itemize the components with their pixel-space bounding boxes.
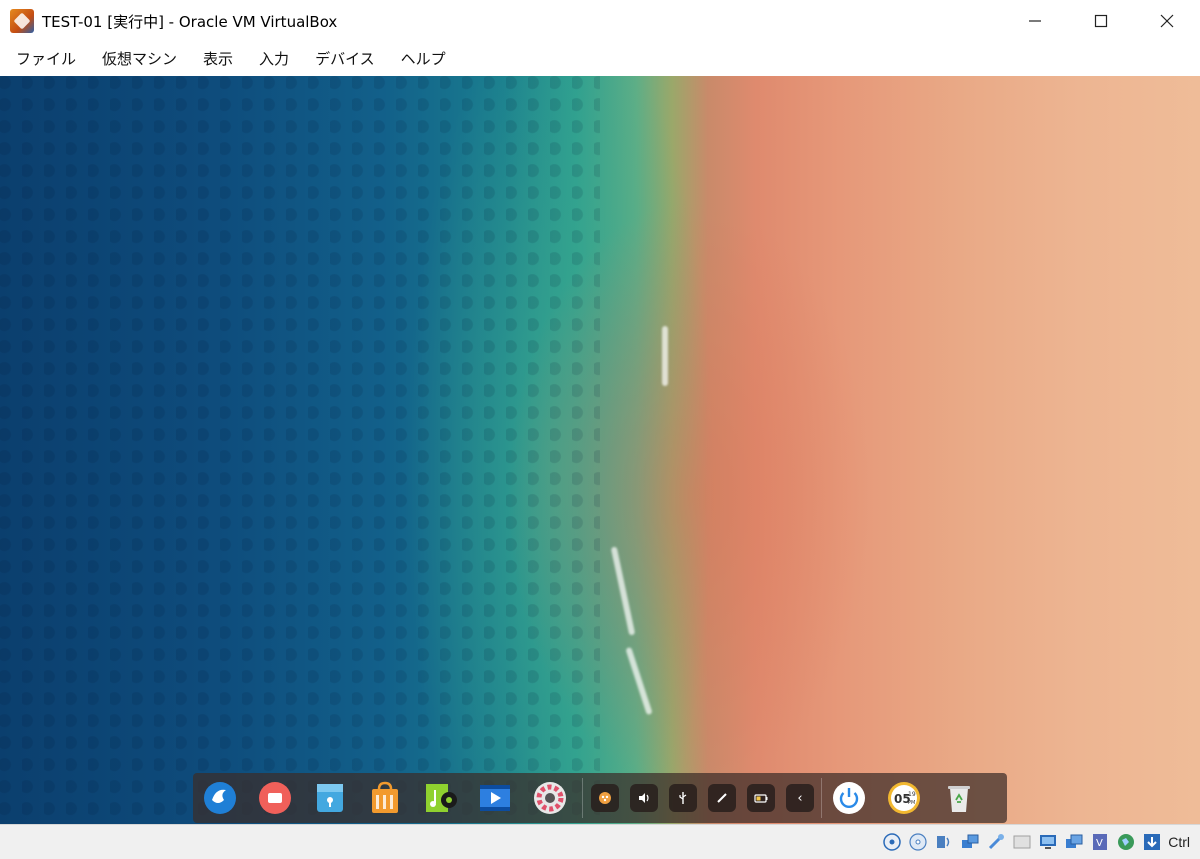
movie-player-icon[interactable] [476,779,514,817]
menu-machine[interactable]: 仮想マシン [92,42,187,76]
control-center-icon[interactable] [531,779,569,817]
vm-display[interactable] [0,76,1200,824]
desktop-dock: ‹ 05 19 PM [193,773,1007,823]
audio-icon[interactable] [934,832,954,852]
tray-collapse-icon[interactable]: ‹ [786,784,814,812]
shutdown-icon[interactable] [830,779,868,817]
menu-help[interactable]: ヘルプ [391,42,456,76]
virtualization-icon[interactable]: V [1090,832,1110,852]
trash-icon[interactable] [940,779,978,817]
svg-text:V: V [1096,838,1103,849]
menu-devices[interactable]: デバイス [305,42,385,76]
wave-foam [662,326,668,386]
deepin-launcher-icon[interactable] [201,779,239,817]
mouse-integration-icon[interactable] [1116,832,1136,852]
maximize-button[interactable] [1068,0,1134,42]
close-icon [1160,14,1174,28]
display-icon[interactable] [1038,832,1058,852]
host-key-label: Ctrl [1168,834,1190,850]
pen-icon[interactable] [708,784,736,812]
clock-minutes: 19 [908,791,916,798]
dock-separator [821,778,822,818]
menu-file[interactable]: ファイル [6,42,86,76]
status-icons: V Ctrl [876,831,1190,853]
window-title: TEST-01 [実行中] - Oracle VM VirtualBox [42,12,338,31]
usb-status-icon[interactable] [986,832,1006,852]
music-player-icon[interactable] [421,779,459,817]
wave-foam [610,546,636,636]
minimize-icon [1029,20,1041,22]
maximize-icon [1094,14,1108,28]
onboard-keyboard-icon[interactable] [591,784,619,812]
usb-icon[interactable] [669,784,697,812]
clock-period: PM [908,800,915,806]
capture-icon[interactable] [1064,832,1084,852]
app-store-icon[interactable] [366,779,404,817]
clock-icon[interactable]: 05 19 PM [885,779,923,817]
volume-icon[interactable] [630,784,658,812]
menu-view[interactable]: 表示 [193,42,243,76]
minimize-button[interactable] [1002,0,1068,42]
menu-input[interactable]: 入力 [249,42,299,76]
keyboard-icon[interactable] [1142,832,1162,852]
virtualbox-icon [10,9,34,33]
wave-foam [625,646,653,716]
optical-drive-icon[interactable] [908,832,928,852]
window-controls [1002,0,1200,42]
window-titlebar: TEST-01 [実行中] - Oracle VM VirtualBox [0,0,1200,42]
menu-bar: ファイル 仮想マシン 表示 入力 デバイス ヘルプ [0,42,1200,76]
close-button[interactable] [1134,0,1200,42]
shared-folder-icon[interactable] [1012,832,1032,852]
screen-recorder-icon[interactable] [256,779,294,817]
wallpaper-texture [0,76,600,824]
hard-disk-icon[interactable] [882,832,902,852]
dock-separator [582,778,583,818]
vm-status-bar: V Ctrl [0,824,1200,859]
network-icon[interactable] [960,832,980,852]
battery-icon[interactable] [747,784,775,812]
file-manager-icon[interactable] [311,779,349,817]
